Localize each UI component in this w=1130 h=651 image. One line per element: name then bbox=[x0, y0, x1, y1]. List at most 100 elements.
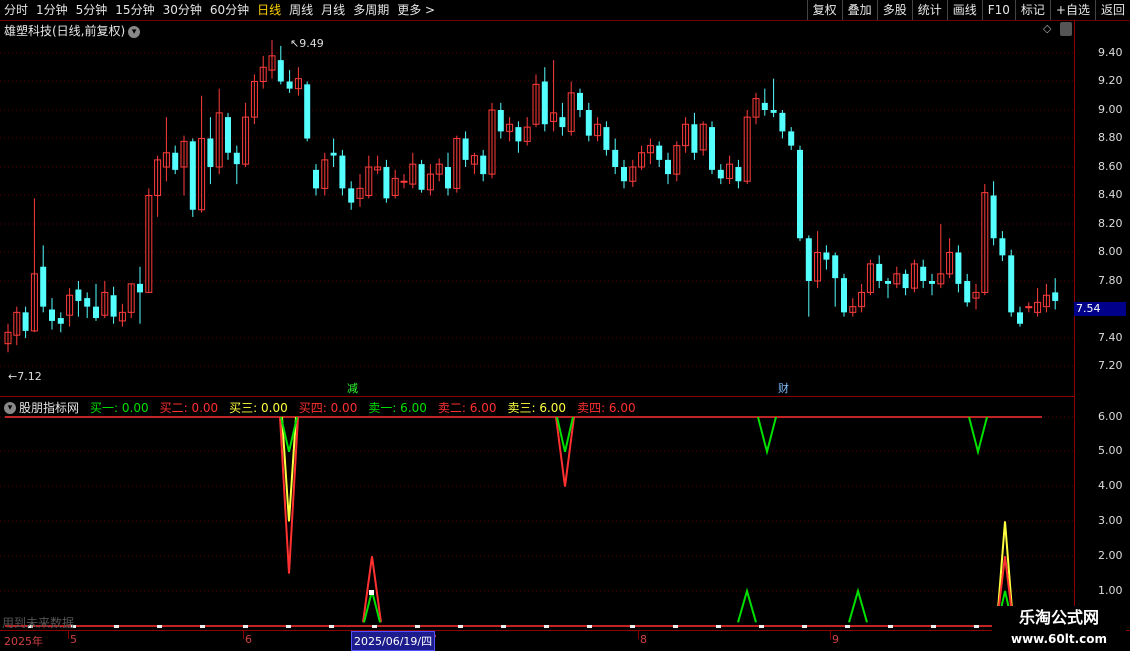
baseline-dot bbox=[759, 625, 764, 628]
indicator-value-4: 卖一: 6.00 bbox=[368, 401, 427, 415]
cursor-date: 2025/06/19/四 bbox=[351, 631, 436, 651]
month-tick bbox=[243, 631, 244, 639]
candle-body-down bbox=[233, 152, 240, 165]
baseline-dot bbox=[329, 625, 334, 628]
candle-body-down bbox=[515, 127, 522, 142]
candle-body-down bbox=[1008, 255, 1015, 313]
indicator-axis: 6.00 5.00 4.00 3.00 2.00 1.00 bbox=[1074, 0, 1130, 630]
baseline-dot bbox=[415, 625, 420, 628]
candle-body-down bbox=[964, 281, 971, 303]
candle-body-down bbox=[172, 152, 179, 170]
candle-body-down bbox=[717, 169, 724, 179]
indicator-name: 股朋指标网 bbox=[19, 401, 80, 415]
date-axis: 2025年 56789 bbox=[0, 630, 1130, 651]
candle-body-up bbox=[400, 180, 408, 183]
baseline-dot bbox=[673, 625, 678, 628]
low-price-label: ←7.12 bbox=[8, 370, 42, 383]
indicator-value-1: 买二: 0.00 bbox=[159, 401, 219, 415]
indicator-tick: 4.00 bbox=[1098, 479, 1123, 492]
panel-separator bbox=[0, 396, 1074, 397]
candle-body-down bbox=[761, 102, 768, 110]
baseline-dot bbox=[157, 625, 162, 628]
sell-spike-green bbox=[968, 416, 988, 456]
indicator-legend: ▾ 股朋指标网 买一: 0.00 买二: 0.00 买三: 0.00 买四: 0.00… bbox=[4, 399, 642, 416]
indicator-tick: 5.00 bbox=[1098, 444, 1123, 457]
baseline-dot bbox=[286, 625, 291, 628]
month-tick bbox=[638, 631, 639, 639]
watermark-title: 乐淘公式网 bbox=[1018, 608, 1099, 627]
chevron-down-icon[interactable]: ▾ bbox=[4, 401, 16, 414]
candle-body-down bbox=[885, 281, 891, 284]
candle-body-down bbox=[612, 149, 619, 167]
kline-chart[interactable] bbox=[0, 0, 1130, 650]
high-value: 9.49 bbox=[299, 37, 324, 50]
candle-body-down bbox=[137, 283, 143, 293]
indicator-value-6: 卖三: 6.00 bbox=[507, 401, 567, 415]
candle-body-down bbox=[277, 60, 284, 82]
high-price-label: ↖9.49 bbox=[290, 37, 324, 50]
indicator-value-2: 买三: 0.00 bbox=[229, 401, 288, 415]
baseline-dot bbox=[544, 625, 549, 628]
indicator-values: 买一: 0.00 买二: 0.00 买三: 0.00 买四: 0.00 卖一: 6.00… bbox=[85, 399, 642, 416]
candle-body-down bbox=[585, 110, 592, 136]
candle-body-down bbox=[40, 266, 47, 307]
candle-body-down bbox=[656, 145, 663, 160]
candle-body-down bbox=[480, 155, 487, 175]
candle-body-down bbox=[75, 289, 82, 301]
candle-body-down bbox=[348, 188, 355, 203]
month-label: 8 bbox=[640, 633, 647, 646]
candle-body-down bbox=[93, 306, 99, 319]
month-label: 6 bbox=[245, 633, 252, 646]
indicator-tick: 2.00 bbox=[1098, 549, 1123, 562]
baseline-dot bbox=[931, 625, 936, 628]
candle-body-down bbox=[445, 167, 451, 189]
indicator-value-0: 买一: 0.00 bbox=[90, 401, 149, 415]
buy-spike-green bbox=[848, 587, 868, 623]
indicator-value-7: 卖四: 6.00 bbox=[577, 401, 636, 415]
candle-body-down bbox=[999, 238, 1006, 256]
candle-body-down bbox=[990, 195, 997, 239]
baseline-dot bbox=[716, 625, 721, 628]
candle-body-down bbox=[805, 238, 812, 281]
baseline-dot bbox=[458, 625, 463, 628]
candle-body-down bbox=[823, 252, 830, 260]
candle-body-down bbox=[313, 169, 319, 189]
candle-body-down bbox=[225, 117, 231, 153]
month-tick bbox=[830, 631, 831, 639]
candle-body-down bbox=[57, 318, 64, 324]
candle-body-down bbox=[497, 110, 504, 132]
candle-body-down bbox=[49, 309, 55, 321]
low-value: 7.12 bbox=[17, 370, 42, 383]
candle-body-down bbox=[1052, 292, 1059, 301]
finance-marker[interactable]: 财 bbox=[778, 380, 789, 396]
baseline-dot bbox=[802, 625, 807, 628]
baseline-dot bbox=[200, 625, 205, 628]
candle-body-down bbox=[286, 81, 293, 89]
candle-body-down bbox=[84, 298, 91, 307]
candle-body-down bbox=[189, 141, 196, 210]
watermark-url: www.60lt.com bbox=[1010, 632, 1108, 646]
candle-body-down bbox=[876, 263, 883, 281]
baseline-dot bbox=[974, 625, 979, 628]
baseline-dot bbox=[845, 625, 850, 628]
candle-body-down bbox=[603, 127, 610, 150]
candle-body-down bbox=[559, 117, 566, 128]
indicator-tick: 6.00 bbox=[1098, 410, 1123, 423]
indicator-value-5: 卖二: 6.00 bbox=[437, 401, 497, 415]
reduce-marker[interactable]: 减 bbox=[347, 380, 358, 396]
indicator-value-3: 买四: 0.00 bbox=[298, 401, 358, 415]
candle-body-down bbox=[207, 138, 214, 167]
month-label: 9 bbox=[832, 633, 839, 646]
month-tick bbox=[68, 631, 69, 639]
candle-body-down bbox=[797, 149, 803, 239]
candle-body-down bbox=[541, 81, 548, 125]
candle-body-down bbox=[621, 167, 627, 182]
baseline-dot bbox=[501, 625, 506, 628]
candle-body-down bbox=[330, 152, 337, 156]
candle-body-down bbox=[691, 124, 698, 153]
candle-body-down bbox=[418, 164, 425, 190]
candle-body-down bbox=[841, 278, 847, 313]
candle-body-down bbox=[735, 167, 742, 182]
candle-body-down bbox=[929, 281, 935, 284]
baseline-dot bbox=[114, 625, 119, 628]
